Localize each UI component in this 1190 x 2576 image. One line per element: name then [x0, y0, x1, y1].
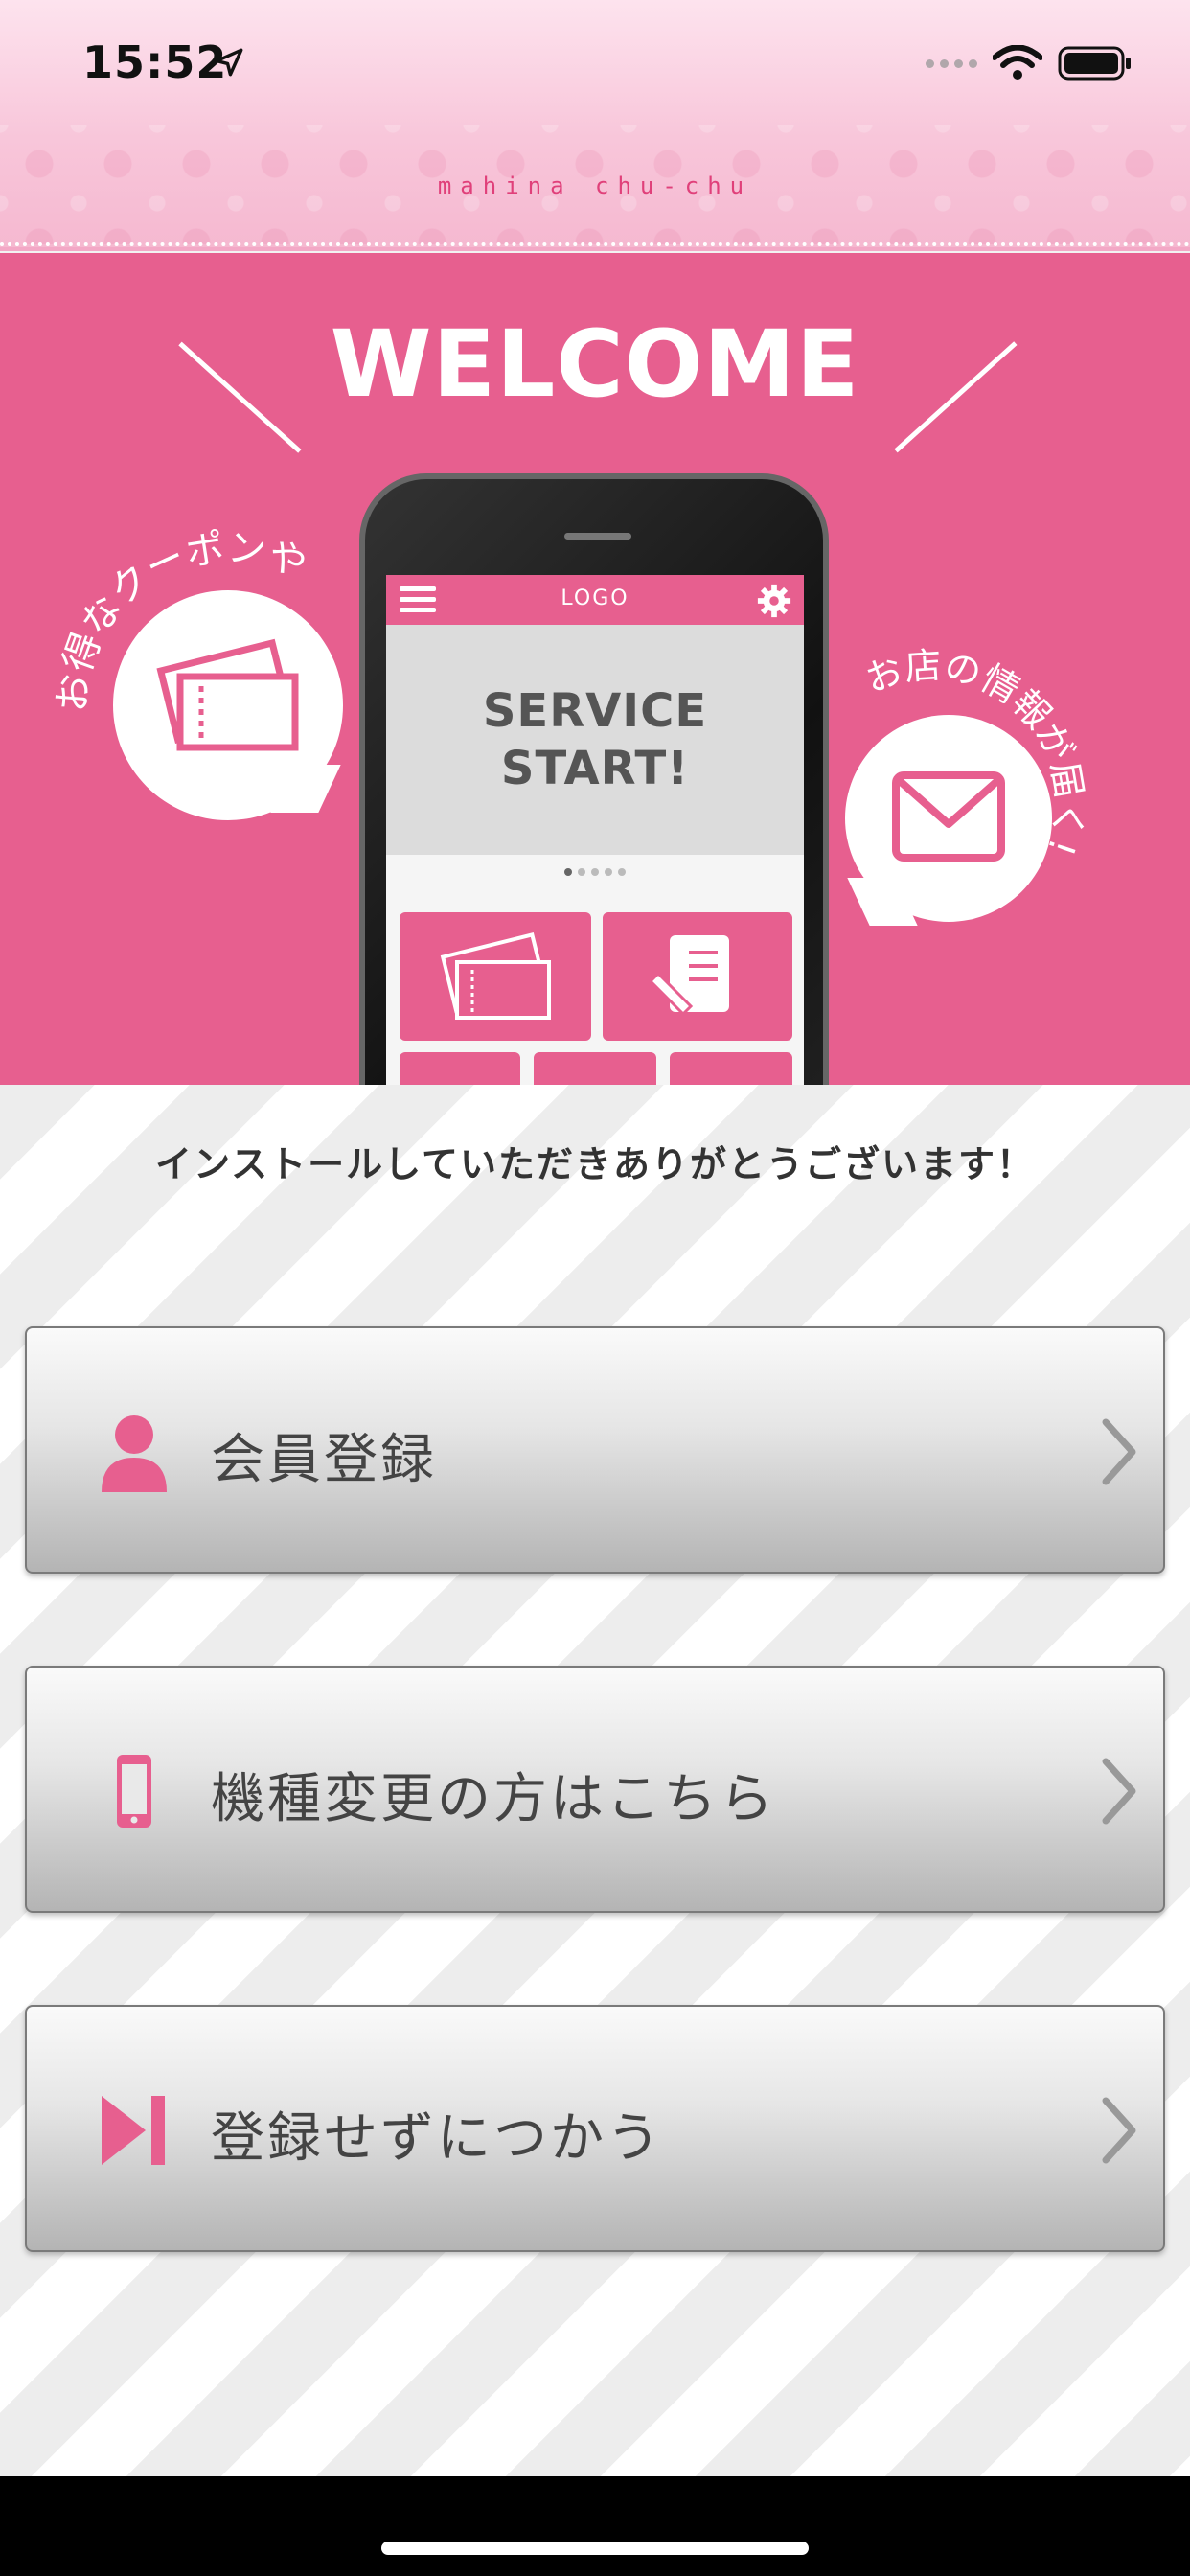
welcome-title: WELCOME	[330, 310, 860, 418]
info-bubble	[845, 715, 1052, 922]
phone-hero-line-2: START!	[500, 742, 690, 795]
app-header: 15:52 mahina chu-chu	[0, 0, 1190, 251]
phone-pager-dots	[386, 868, 804, 876]
phone-screen: LOGO SERVICE START!	[386, 575, 804, 1085]
phone-mockup: LOGO SERVICE START!	[359, 473, 829, 1085]
phone-tile	[534, 1052, 656, 1085]
battery-icon	[1058, 46, 1131, 80]
envelope-icon	[892, 771, 1005, 862]
header-bottom-border	[0, 247, 1190, 251]
phone-tile	[400, 1052, 520, 1085]
phone-tile	[670, 1052, 792, 1085]
chevron-right-icon	[1102, 1418, 1136, 1485]
chevron-right-icon	[1102, 1758, 1136, 1825]
device-change-label: 機種変更の方はこちら	[211, 1768, 776, 1830]
phone-tile-memo	[603, 912, 792, 1041]
person-icon	[102, 1415, 167, 1492]
phone-hero-line-1: SERVICE	[482, 684, 708, 738]
main-content: インストールしていただきありがとうございます！ 会員登録 機種変更の方はこちら …	[0, 1085, 1190, 2476]
device-change-button[interactable]: 機種変更の方はこちら	[25, 1666, 1165, 1913]
phone-logo: LOGO	[561, 586, 629, 610]
phone-topbar: LOGO	[386, 575, 804, 625]
gear-icon	[757, 584, 791, 618]
skip-forward-icon	[102, 2096, 165, 2165]
thanks-message: インストールしていただきありがとうございます！	[154, 1143, 1036, 1185]
welcome-banner: WELCOME お得なクーポンや お店の情報が届く! LOGO SERVICE …	[0, 253, 1190, 1085]
chevron-right-icon	[1102, 2097, 1136, 2164]
status-icons	[926, 44, 1133, 82]
header-stitch-divider	[0, 242, 1190, 246]
use-without-register-button[interactable]: 登録せずにつかう	[25, 2005, 1165, 2252]
phone-tile-coupon	[400, 912, 591, 1041]
signal-dots-icon	[926, 58, 977, 68]
phone-speaker	[564, 533, 631, 540]
location-arrow-icon	[215, 48, 243, 77]
status-time: 15:52	[82, 36, 228, 88]
smartphone-icon	[117, 1755, 151, 1828]
use-without-register-label: 登録せずにつかう	[211, 2107, 663, 2170]
coupon-ticket-icon	[440, 932, 551, 1020]
bottom-bar	[0, 2476, 1190, 2576]
home-indicator[interactable]	[381, 2542, 809, 2555]
member-register-label: 会員登録	[211, 1429, 437, 1491]
member-register-button[interactable]: 会員登録	[25, 1326, 1165, 1574]
memo-pencil-icon	[648, 935, 729, 1017]
wifi-icon	[993, 45, 1042, 80]
coupon-ticket-icon	[156, 638, 299, 751]
brand-logo: mahina chu-chu	[437, 172, 753, 199]
coupon-bubble	[113, 590, 343, 820]
phone-hero: SERVICE START!	[386, 625, 804, 855]
